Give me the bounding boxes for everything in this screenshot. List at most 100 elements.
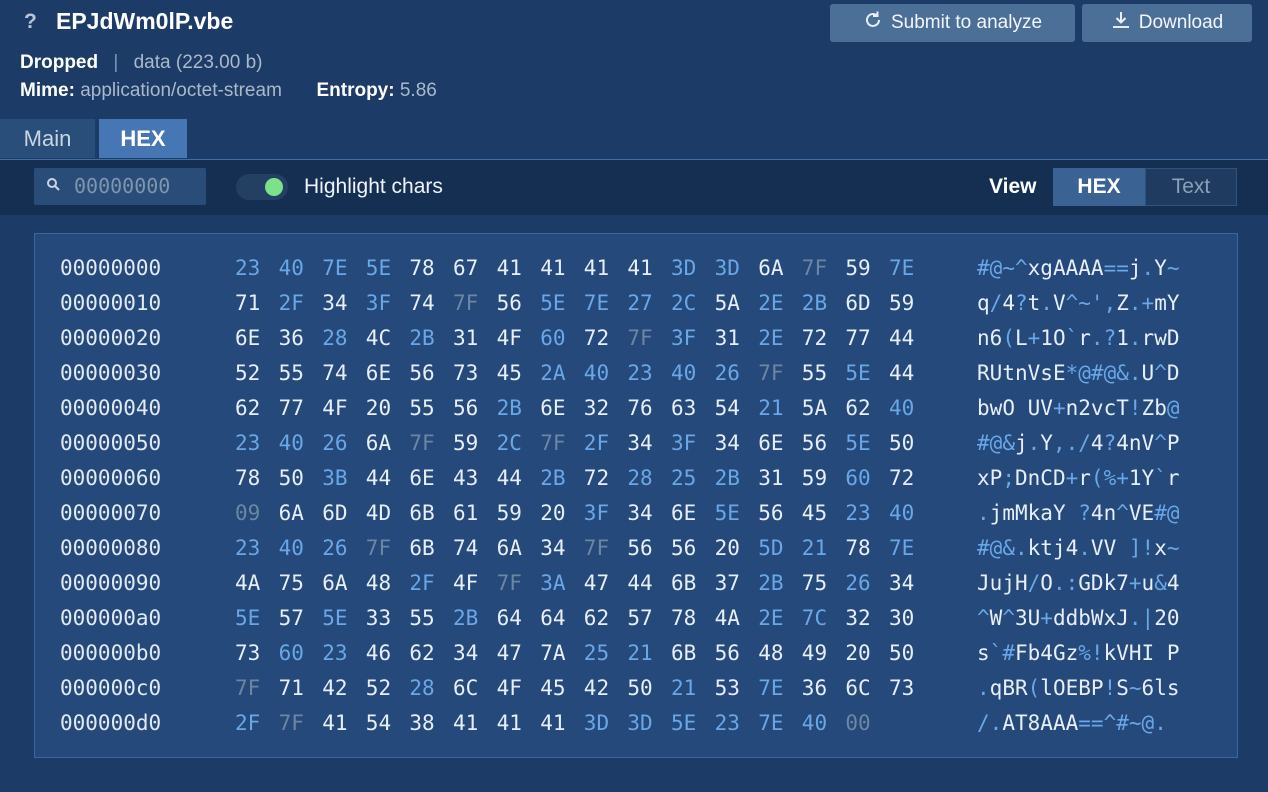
hex-byte[interactable]: 41: [322, 711, 347, 735]
hex-byte[interactable]: 5E: [715, 501, 740, 525]
hex-byte[interactable]: 7F: [497, 571, 522, 595]
hex-byte[interactable]: 2E: [758, 291, 783, 315]
hex-byte[interactable]: 52: [235, 361, 260, 385]
hex-byte[interactable]: 34: [322, 291, 347, 315]
hex-byte[interactable]: 52: [366, 676, 391, 700]
view-hex-button[interactable]: HEX: [1053, 168, 1145, 206]
hex-byte[interactable]: 6A: [279, 501, 304, 525]
offset-search-input[interactable]: [74, 172, 202, 200]
hex-byte[interactable]: 63: [671, 396, 696, 420]
hex-byte[interactable]: 78: [845, 536, 870, 560]
hex-byte[interactable]: 77: [845, 326, 870, 350]
hex-byte[interactable]: 47: [584, 571, 609, 595]
hex-byte[interactable]: 6A: [322, 571, 347, 595]
hex-byte[interactable]: 20: [366, 396, 391, 420]
hex-byte[interactable]: 59: [497, 501, 522, 525]
hex-byte[interactable]: 23: [322, 641, 347, 665]
hex-byte[interactable]: 45: [540, 676, 565, 700]
hex-byte[interactable]: 4F: [497, 676, 522, 700]
hex-byte[interactable]: 42: [322, 676, 347, 700]
hex-byte[interactable]: 6C: [845, 676, 870, 700]
hex-byte[interactable]: 45: [497, 361, 522, 385]
hex-byte[interactable]: 40: [279, 431, 304, 455]
hex-byte[interactable]: 23: [235, 536, 260, 560]
hex-byte[interactable]: 7F: [758, 361, 783, 385]
hex-byte[interactable]: 6B: [409, 536, 434, 560]
hex-byte[interactable]: 41: [540, 711, 565, 735]
hex-byte[interactable]: 47: [497, 641, 522, 665]
hex-byte[interactable]: 41: [627, 256, 652, 280]
hex-byte[interactable]: 6E: [671, 501, 696, 525]
hex-byte[interactable]: 28: [322, 326, 347, 350]
hex-byte[interactable]: 59: [845, 256, 870, 280]
hex-byte[interactable]: 3D: [627, 711, 652, 735]
hex-byte[interactable]: 55: [409, 396, 434, 420]
hex-byte[interactable]: 20: [540, 501, 565, 525]
hex-byte[interactable]: 21: [758, 396, 783, 420]
hex-byte[interactable]: 7A: [540, 641, 565, 665]
hex-byte[interactable]: 7F: [802, 256, 827, 280]
hex-byte[interactable]: 7E: [758, 711, 783, 735]
hex-byte[interactable]: 74: [453, 536, 478, 560]
hex-byte[interactable]: 72: [802, 326, 827, 350]
hex-byte[interactable]: 57: [279, 606, 304, 630]
hex-byte[interactable]: 2B: [453, 606, 478, 630]
submit-to-analyze-button[interactable]: Submit to analyze: [830, 4, 1075, 42]
hex-byte[interactable]: 21: [627, 641, 652, 665]
hex-byte[interactable]: 54: [715, 396, 740, 420]
hex-byte[interactable]: 26: [322, 536, 347, 560]
hex-byte[interactable]: 48: [758, 641, 783, 665]
hex-byte[interactable]: 6C: [453, 676, 478, 700]
hex-byte[interactable]: 6E: [758, 431, 783, 455]
hex-byte[interactable]: 77: [279, 396, 304, 420]
hex-byte[interactable]: 27: [627, 291, 652, 315]
view-text-button[interactable]: Text: [1145, 168, 1237, 206]
hex-byte[interactable]: 7F: [627, 326, 652, 350]
hex-byte[interactable]: 44: [497, 466, 522, 490]
hex-byte[interactable]: 59: [802, 466, 827, 490]
hex-byte[interactable]: 5E: [540, 291, 565, 315]
hex-byte[interactable]: 6A: [758, 256, 783, 280]
hex-byte[interactable]: 5E: [845, 361, 870, 385]
hex-byte[interactable]: 2B: [540, 466, 565, 490]
hex-byte[interactable]: 73: [235, 641, 260, 665]
hex-byte[interactable]: 7E: [584, 291, 609, 315]
hex-byte[interactable]: 3F: [584, 501, 609, 525]
hex-byte[interactable]: 23: [235, 256, 260, 280]
hex-byte[interactable]: 64: [540, 606, 565, 630]
hex-byte[interactable]: 62: [584, 606, 609, 630]
hex-byte[interactable]: 23: [627, 361, 652, 385]
hex-byte[interactable]: 44: [627, 571, 652, 595]
hex-byte[interactable]: 73: [889, 676, 914, 700]
hex-byte[interactable]: 5A: [802, 396, 827, 420]
hex-byte[interactable]: 50: [627, 676, 652, 700]
hex-byte[interactable]: 7E: [889, 256, 914, 280]
hex-byte[interactable]: 56: [671, 536, 696, 560]
hex-byte[interactable]: 5D: [758, 536, 783, 560]
hex-byte[interactable]: 21: [802, 536, 827, 560]
hex-byte[interactable]: 40: [802, 711, 827, 735]
hex-byte[interactable]: 44: [889, 326, 914, 350]
hex-byte[interactable]: 31: [715, 326, 740, 350]
hex-byte[interactable]: 78: [409, 256, 434, 280]
hex-byte[interactable]: 40: [279, 256, 304, 280]
hex-byte[interactable]: 2E: [758, 326, 783, 350]
hex-byte[interactable]: 50: [889, 641, 914, 665]
hex-byte[interactable]: 2F: [235, 711, 260, 735]
hex-byte[interactable]: 62: [845, 396, 870, 420]
hex-byte[interactable]: 44: [889, 361, 914, 385]
hex-byte[interactable]: 56: [802, 431, 827, 455]
hex-byte[interactable]: 2C: [497, 431, 522, 455]
hex-byte[interactable]: 5E: [322, 606, 347, 630]
hex-byte[interactable]: 3D: [715, 256, 740, 280]
hex-byte[interactable]: 6E: [235, 326, 260, 350]
hex-byte[interactable]: 6A: [366, 431, 391, 455]
hex-byte[interactable]: 3B: [322, 466, 347, 490]
hex-byte[interactable]: 56: [758, 501, 783, 525]
hex-byte[interactable]: 45: [802, 501, 827, 525]
hex-byte[interactable]: 3D: [584, 711, 609, 735]
hex-byte[interactable]: 2F: [409, 571, 434, 595]
tab-main[interactable]: Main: [0, 119, 95, 158]
hex-byte[interactable]: 53: [715, 676, 740, 700]
hex-byte[interactable]: 26: [322, 431, 347, 455]
